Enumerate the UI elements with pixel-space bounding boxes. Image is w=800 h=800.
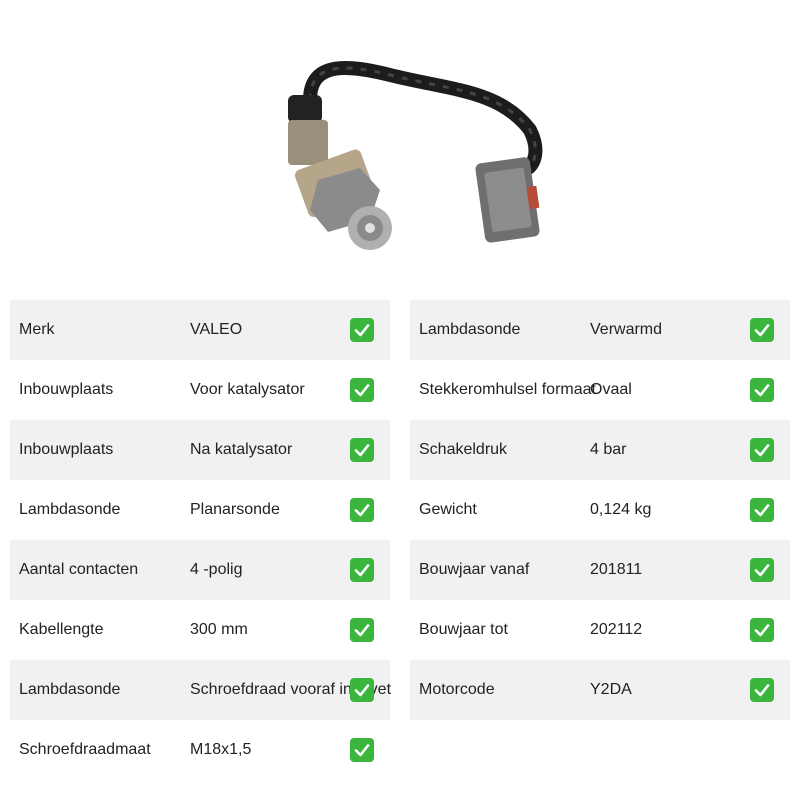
check-mark-icon [350, 618, 374, 642]
spec-label: Kabellengte [19, 621, 104, 638]
spec-value: Verwarmd [590, 321, 663, 338]
spec-value: VALEO [190, 321, 243, 338]
spec-row: Kabellengte 300 mm [10, 600, 390, 660]
check-mark-icon [750, 618, 774, 642]
spec-value: 4 bar [590, 441, 627, 458]
product-image [270, 50, 570, 280]
check-mark-icon [750, 318, 774, 342]
check-mark-icon [350, 558, 374, 582]
spec-row: Lambdasonde Schroefdraad vooraf ingevet [10, 660, 391, 720]
spec-row: Aantal contacten 4 -polig [10, 540, 390, 600]
spec-value: 201811 [590, 561, 643, 578]
spec-label: Lambdasonde [19, 681, 121, 698]
spec-row: Bouwjaar vanaf 201811 [410, 540, 790, 600]
spec-label: Bouwjaar vanaf [419, 561, 530, 578]
spec-label: Aantal contacten [19, 561, 139, 578]
spec-value: 0,124 kg [590, 501, 652, 518]
check-mark-icon [350, 678, 374, 702]
spec-label: Motorcode [419, 681, 495, 698]
check-mark-icon [350, 438, 374, 462]
spec-label: Lambdasonde [419, 321, 521, 338]
spec-value: Na katalysator [190, 441, 293, 458]
check-mark-icon [750, 558, 774, 582]
check-mark-icon [350, 378, 374, 402]
spec-label: Inbouwplaats [19, 441, 114, 458]
spec-row: Motorcode Y2DA [410, 660, 790, 720]
spec-row: Inbouwplaats Na katalysator [10, 420, 390, 480]
check-mark-icon [350, 498, 374, 522]
check-mark-icon [350, 318, 374, 342]
spec-label: Schroefdraadmaat [19, 741, 151, 758]
spec-label: Bouwjaar tot [419, 621, 508, 638]
spec-value: M18x1,5 [190, 741, 252, 758]
spec-row: Stekkeromhulsel formaat Ovaal [410, 360, 790, 420]
spec-value: 4 -polig [190, 561, 243, 578]
spec-value: 202112 [590, 621, 643, 638]
spec-value: Planarsonde [190, 501, 280, 518]
check-mark-icon [750, 678, 774, 702]
check-mark-icon [350, 738, 374, 762]
spec-label: Stekkeromhulsel formaat [419, 381, 596, 398]
specifications-table: Merk VALEO Inbouwplaats Voor katalysator… [10, 300, 790, 780]
check-mark-icon [750, 498, 774, 522]
spec-label: Inbouwplaats [19, 381, 114, 398]
spec-row: Bouwjaar tot 202112 [410, 600, 790, 660]
spec-value: Voor katalysator [190, 381, 305, 398]
spec-label: Merk [19, 321, 55, 338]
spec-row: Schakeldruk 4 bar [410, 420, 790, 480]
check-mark-icon [750, 438, 774, 462]
spec-label: Gewicht [419, 501, 477, 518]
spec-row: Lambdasonde Verwarmd [410, 300, 790, 360]
spec-value: Ovaal [590, 381, 632, 398]
spec-value: Y2DA [590, 681, 632, 698]
spec-row: Merk VALEO [10, 300, 390, 360]
check-mark-icon [750, 378, 774, 402]
lambda-sensor-picture [288, 60, 543, 250]
spec-label: Lambdasonde [19, 501, 121, 518]
specifications-left-column: Merk VALEO Inbouwplaats Voor katalysator… [10, 300, 391, 780]
spec-row: Schroefdraadmaat M18x1,5 [10, 720, 390, 780]
spec-row: Inbouwplaats Voor katalysator [10, 360, 390, 420]
spec-row: Lambdasonde Planarsonde [10, 480, 390, 540]
specifications-right-column: Lambdasonde Verwarmd Stekkeromhulsel for… [410, 300, 790, 780]
spec-value: 300 mm [190, 621, 248, 638]
spec-label: Schakeldruk [419, 441, 508, 458]
spec-row: Gewicht 0,124 kg [410, 480, 790, 540]
